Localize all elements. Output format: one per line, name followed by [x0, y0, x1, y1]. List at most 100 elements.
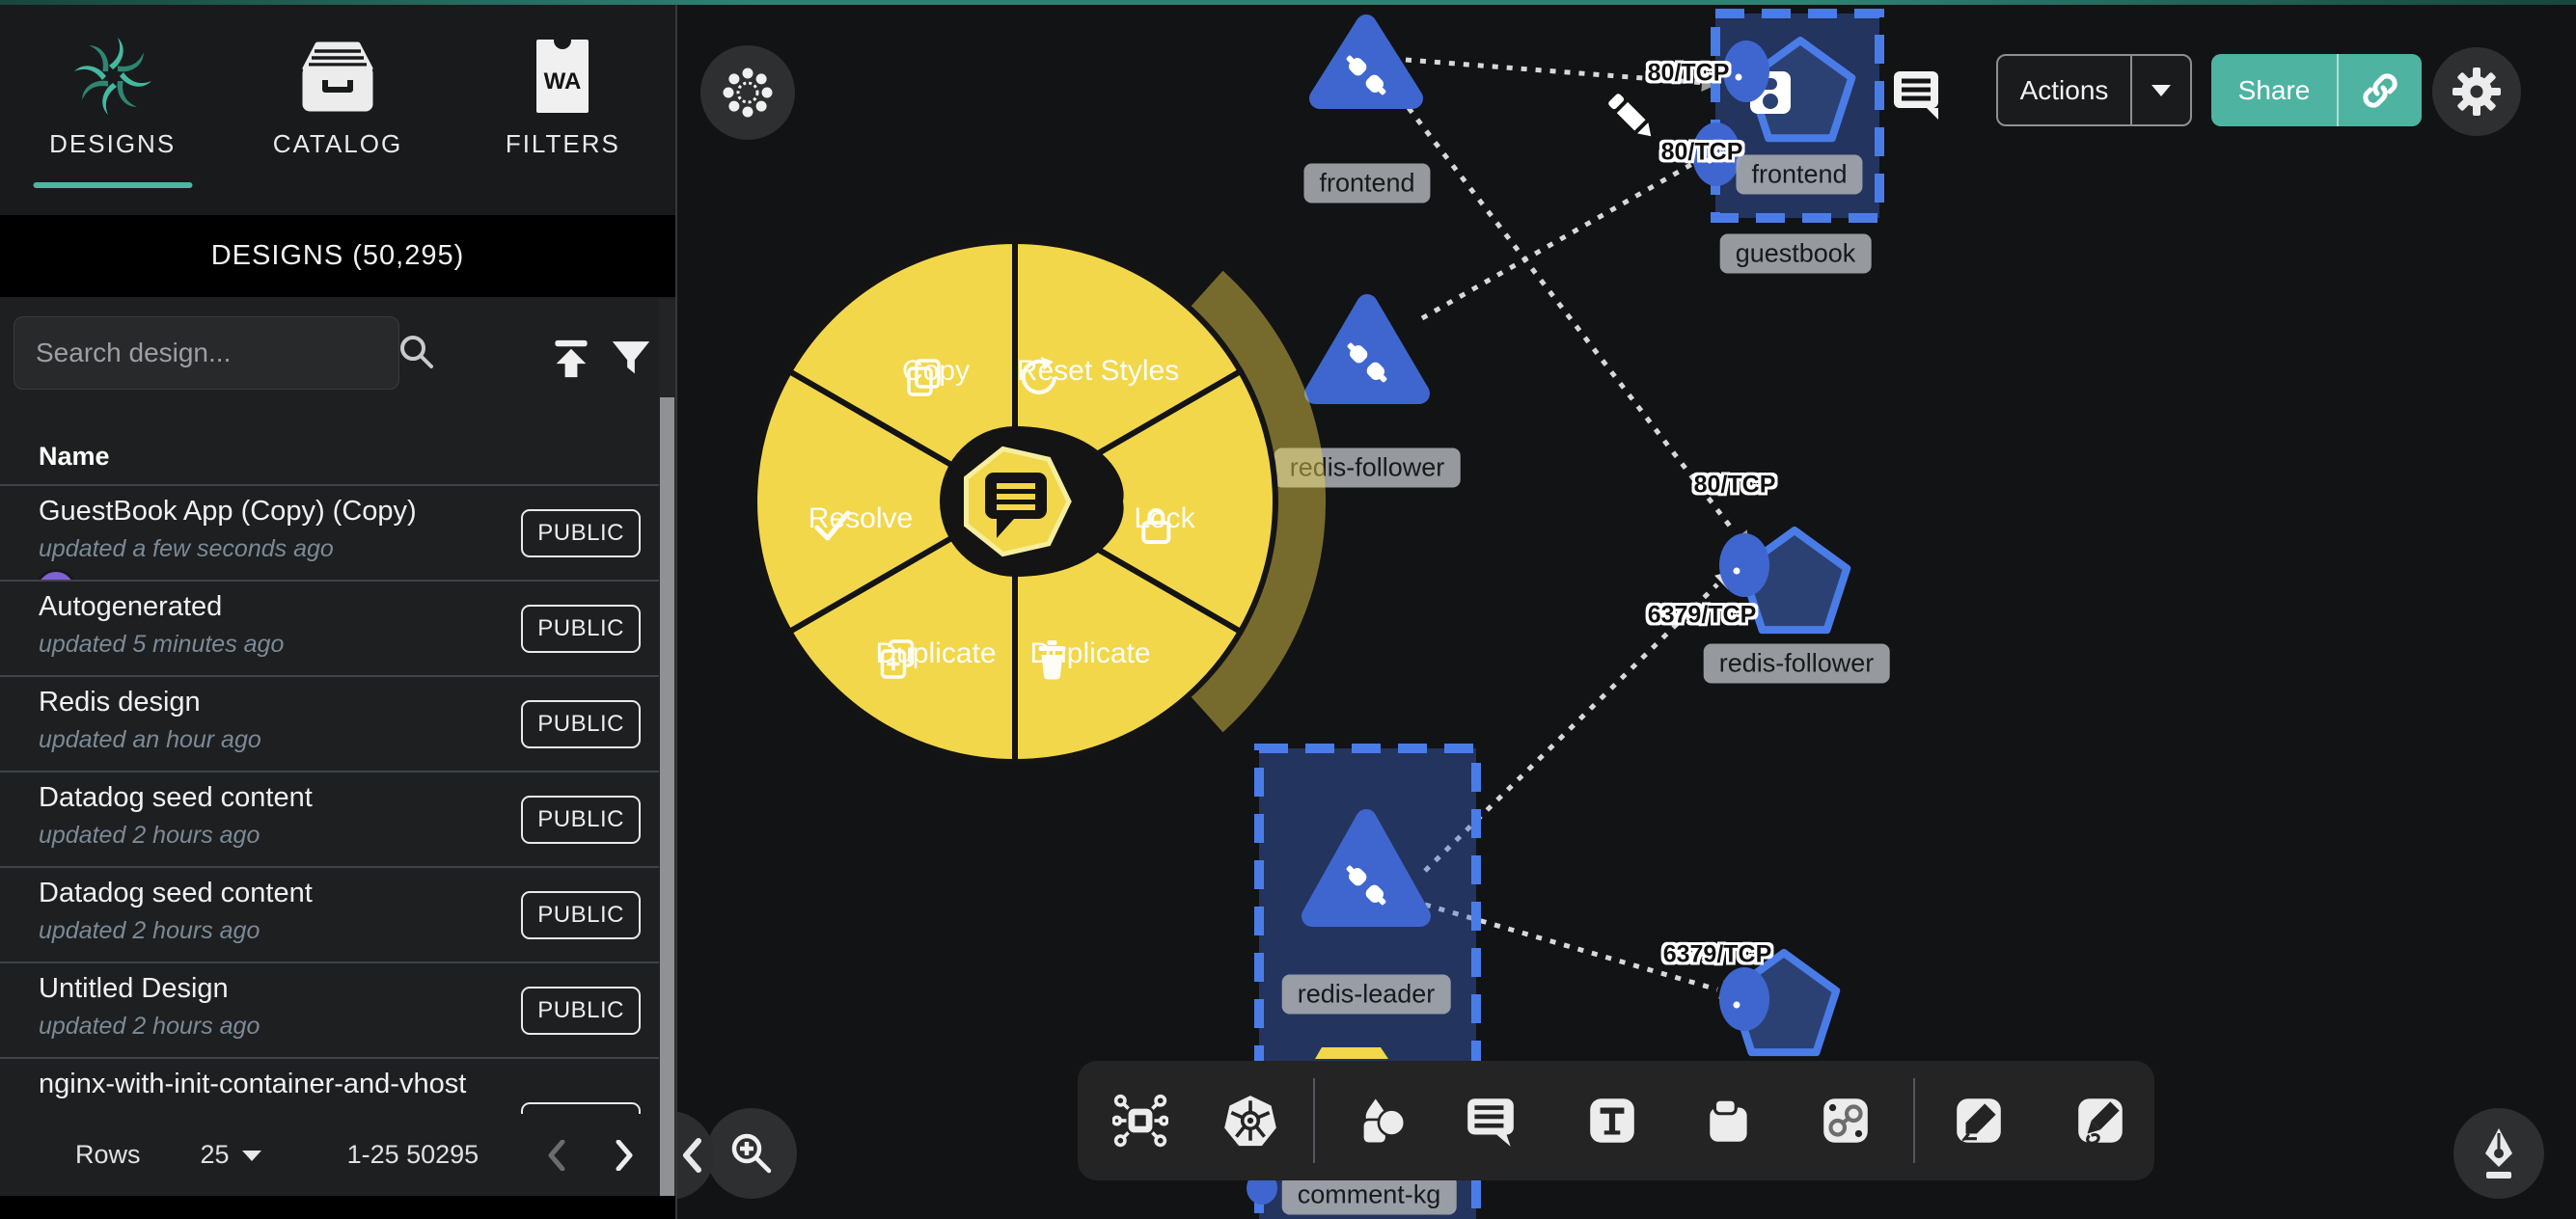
menu-item-copy[interactable]: Copy	[902, 355, 970, 388]
import-design-icon[interactable]	[546, 334, 596, 384]
port-circle	[1719, 533, 1769, 597]
toolbar-divider	[1313, 1078, 1315, 1163]
catalog-archive-icon	[293, 37, 382, 116]
visibility-badge: PUBLIC	[521, 891, 641, 939]
canvas-toolbar	[1078, 1061, 2154, 1180]
search-area	[0, 297, 675, 429]
design-row[interactable]: Autogenerated updated 5 minutes ago PUBL…	[0, 580, 675, 675]
node-label: redis-follower	[1704, 644, 1890, 684]
next-page-button[interactable]	[604, 1135, 644, 1176]
rows-label: Rows	[75, 1140, 141, 1170]
design-name: nginx-with-init-container-and-vhost	[39, 1069, 633, 1100]
note-tool[interactable]	[1693, 1084, 1767, 1157]
node-label: redis-leader	[1282, 975, 1451, 1015]
avatar	[35, 569, 77, 580]
edge-label: 80/TCP	[1661, 139, 1743, 167]
search-input[interactable]	[14, 338, 396, 368]
text-tool[interactable]	[1576, 1084, 1649, 1157]
tab-designs[interactable]: DESIGNS	[0, 0, 225, 215]
zoom-in-icon	[726, 1128, 777, 1178]
actions-label: Actions	[1998, 75, 2130, 106]
shapes-tool[interactable]	[1345, 1084, 1418, 1157]
design-row[interactable]: Untitled Design updated 2 hours ago PUBL…	[0, 962, 675, 1057]
edge-label: 6379/TCP	[1663, 941, 1772, 969]
rows-per-page-select[interactable]: 25	[201, 1140, 262, 1170]
node-label: comment-kg	[1282, 1176, 1457, 1215]
designs-sidebar: DESIGNS CATALOG	[0, 0, 675, 1219]
design-row[interactable]: GuestBook App (Copy) (Copy) updated a fe…	[0, 484, 675, 580]
tab-catalog-label: CATALOG	[273, 129, 402, 159]
column-header-name: Name	[0, 429, 675, 484]
search-icon	[396, 331, 436, 376]
visibility-badge: PUBLIC	[521, 700, 641, 748]
hidden-comment-node	[1315, 1047, 1388, 1059]
tab-catalog[interactable]: CATALOG	[225, 0, 450, 215]
edge-redisfollower-guestbook	[1422, 164, 1692, 318]
port-circle	[1719, 967, 1769, 1031]
share-button[interactable]: Share	[2211, 54, 2422, 126]
meshery-logo-icon	[71, 37, 154, 116]
comment-overlay-icon[interactable]	[1894, 71, 1938, 120]
port-circle	[1723, 41, 1769, 102]
actions-dropdown-caret[interactable]	[2132, 83, 2190, 98]
cluster-icon	[721, 66, 775, 120]
wasm-filter-icon: WA	[535, 37, 589, 116]
tab-designs-label: DESIGNS	[49, 129, 176, 159]
edit-pencil-icon	[1607, 93, 1657, 142]
menu-item-lock[interactable]: Lock	[1134, 502, 1194, 535]
filter-designs-icon[interactable]	[606, 334, 656, 384]
menu-item-delete[interactable]: Duplicate	[1029, 637, 1150, 670]
top-accent-line	[0, 0, 2576, 5]
copy-link-icon[interactable]	[2339, 69, 2422, 112]
visibility-badge: PUBLIC	[521, 605, 641, 653]
link-tool[interactable]	[1809, 1084, 1882, 1157]
menu-item-reset-styles[interactable]: Reset Styles	[1017, 355, 1179, 388]
kubernetes-tool[interactable]	[1214, 1084, 1287, 1157]
actions-button[interactable]: Actions	[1996, 54, 2192, 126]
pod-node-frontend[interactable]	[1320, 25, 1412, 98]
edge-label: 80/TCP	[1694, 472, 1776, 500]
prev-page-button[interactable]	[536, 1135, 577, 1176]
toolbar-divider	[1913, 1078, 1915, 1163]
zoom-in-button[interactable]	[706, 1108, 797, 1199]
visibility-badge: PUBLIC	[521, 509, 641, 557]
sketch-pencil-tool[interactable]	[2064, 1084, 2137, 1157]
node-label: guestbook	[1720, 234, 1872, 274]
panel-title: DESIGNS (50,295)	[0, 215, 675, 297]
tab-filters[interactable]: WA FILTERS	[451, 0, 675, 215]
scrollbar-thumb[interactable]	[660, 397, 674, 1196]
share-label: Share	[2211, 75, 2337, 106]
gear-icon	[2451, 66, 2503, 118]
active-tab-underline	[33, 182, 192, 188]
radial-context-menu: Copy Reset Styles Lock	[677, 164, 1353, 839]
cluster-context-button[interactable]	[700, 45, 795, 140]
component-graph-tool[interactable]	[1104, 1084, 1177, 1157]
design-row[interactable]: Redis design updated an hour ago PUBLIC	[0, 675, 675, 771]
design-canvas[interactable]: frontend frontend guestbook redis-follow…	[675, 0, 2576, 1219]
pagination-range: 1-25 50295	[347, 1140, 480, 1170]
sidebar-footer	[0, 1196, 675, 1219]
comment-tool[interactable]	[1454, 1084, 1527, 1157]
menu-item-duplicate[interactable]: Duplicate Duplicate Duplicate Duplicate …	[875, 637, 996, 670]
draw-pen-tool[interactable]	[1942, 1084, 2015, 1157]
search-design-field[interactable]	[14, 316, 399, 390]
sidebar-scrollbar[interactable]	[659, 299, 675, 1196]
sidebar-tabs: DESIGNS CATALOG	[0, 0, 675, 215]
edge-label: 80/TCP	[1648, 60, 1730, 88]
vector-pen-button[interactable]	[2453, 1108, 2544, 1199]
pagination-bar: Rows 25 1-25 50295	[0, 1114, 675, 1196]
visibility-badge: PUBLIC	[521, 796, 641, 844]
node-label: frontend	[1736, 155, 1862, 195]
design-row[interactable]: Datadog seed content updated 2 hours ago…	[0, 771, 675, 866]
chevron-left-icon	[681, 1138, 702, 1173]
design-list: GuestBook App (Copy) (Copy) updated a fe…	[0, 484, 675, 1152]
svg-text:WA: WA	[544, 68, 582, 95]
kanvas-app: DESIGNS CATALOG	[0, 0, 2576, 1219]
pen-nib-icon	[2475, 1126, 2523, 1180]
tab-filters-label: FILTERS	[506, 129, 620, 159]
visibility-badge: PUBLIC	[521, 987, 641, 1035]
menu-item-resolve[interactable]: Resolve	[808, 502, 913, 535]
design-row[interactable]: Datadog seed content updated 2 hours ago…	[0, 866, 675, 962]
settings-button[interactable]	[2432, 47, 2521, 136]
edge-label: 6379/TCP	[1648, 602, 1757, 630]
